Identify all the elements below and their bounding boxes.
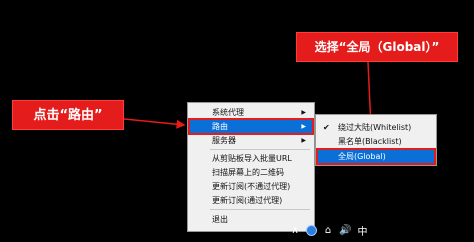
network-icon[interactable]: ⌂ — [323, 223, 333, 237]
submenu-arrow-icon: ▶ — [301, 137, 306, 144]
app-tray-icon[interactable] — [306, 223, 317, 237]
menu-item-system-proxy[interactable]: 系统代理 ▶ — [190, 106, 312, 119]
menu-item-label: 退出 — [212, 215, 228, 224]
submenu-arrow-icon: ▶ — [301, 123, 306, 130]
callout-click-route: 点击“路由” — [12, 100, 124, 130]
menu-item-import-clipboard[interactable]: 从剪贴板导入批量URL — [190, 152, 312, 165]
menu-item-label: 扫描屏幕上的二维码 — [212, 168, 284, 177]
menu-item-scan-qr[interactable]: 扫描屏幕上的二维码 — [190, 166, 312, 179]
menu-separator — [210, 149, 310, 150]
menu-item-route[interactable]: 路由 ▶ — [188, 118, 314, 135]
show-hidden-icons-chevron-icon[interactable]: ∧ — [290, 223, 300, 237]
menu-item-label: 服务器 — [212, 136, 236, 145]
checkmark-icon: ✔ — [323, 123, 330, 132]
submenu-item-whitelist[interactable]: ✔ 绕过大陆(Whitelist) — [318, 121, 434, 134]
menu-item-update-subscription-direct[interactable]: 更新订阅(不通过代理) — [190, 180, 312, 193]
route-submenu: ✔ 绕过大陆(Whitelist) 黑名单(Blacklist) 全局(Glob… — [315, 114, 437, 166]
system-tray: ∧ ⌂ 🔊 中 — [290, 220, 400, 240]
submenu-item-blacklist[interactable]: 黑名单(Blacklist) — [318, 135, 434, 148]
submenu-item-label: 绕过大陆(Whitelist) — [338, 123, 412, 132]
submenu-item-global[interactable]: 全局(Global) — [316, 148, 436, 165]
submenu-item-label: 全局(Global) — [338, 152, 386, 161]
menu-item-label: 从剪贴板导入批量URL — [212, 154, 292, 163]
tray-context-menu: 系统代理 ▶ 路由 ▶ 服务器 ▶ 从剪贴板导入批量URL 扫描屏幕上的二维码 … — [187, 102, 315, 232]
menu-item-label: 路由 — [212, 122, 228, 131]
menu-item-label: 更新订阅(通过代理) — [212, 196, 283, 205]
menu-separator — [210, 209, 310, 210]
callout-select-global: 选择“全局（Global）” — [296, 32, 458, 62]
submenu-arrow-icon: ▶ — [301, 109, 306, 116]
menu-item-update-subscription-proxy[interactable]: 更新订阅(通过代理) — [190, 194, 312, 207]
volume-icon[interactable]: 🔊 — [339, 223, 351, 237]
menu-item-label: 更新订阅(不通过代理) — [212, 182, 291, 191]
input-language-indicator[interactable]: 中 — [357, 223, 367, 238]
submenu-item-label: 黑名单(Blacklist) — [338, 137, 402, 146]
menu-item-servers[interactable]: 服务器 ▶ — [190, 134, 312, 147]
menu-item-label: 系统代理 — [212, 108, 244, 117]
